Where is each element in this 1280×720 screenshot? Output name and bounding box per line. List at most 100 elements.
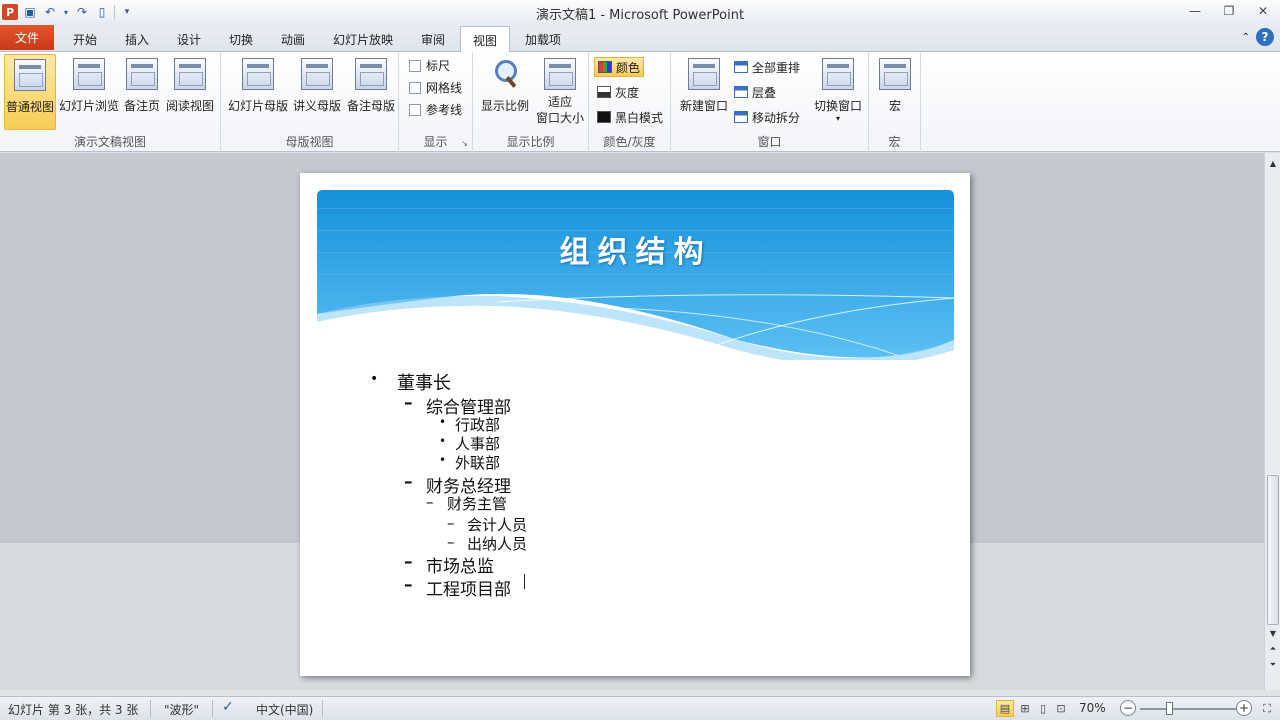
reading-view-button[interactable]: 阅读视图 (164, 54, 216, 130)
redo-icon[interactable]: ↷ (74, 4, 90, 20)
tab-file[interactable]: 文件 (0, 25, 54, 50)
group-zoom: 显示比例 适应 窗口大小 显示比例 (473, 52, 589, 152)
minimize-icon[interactable]: — (1178, 0, 1212, 22)
list-item: – 工程项目部 (404, 575, 511, 600)
arrange-all-icon (734, 61, 748, 73)
bullet: • (439, 415, 447, 429)
fit-slide-icon[interactable]: ⛶ (1258, 700, 1276, 717)
scroll-up-icon[interactable]: ▲ (1265, 155, 1280, 171)
scroll-thumb[interactable] (1267, 475, 1279, 625)
slideshow-status-icon[interactable]: ⊡ (1052, 700, 1070, 717)
status-bar: 幻灯片 第 3 张，共 3 张 "波形" ✓ 中文(中国) ▤ ⊞ ▯ ⊡ 70… (0, 696, 1280, 720)
list-item: • 外联部 (439, 453, 501, 472)
group-presentation-views: 普通视图 幻灯片浏览 备注页 阅读视图 演示文稿视图 (0, 52, 221, 152)
slide-sorter-button[interactable]: 幻灯片浏览 (58, 54, 120, 130)
gridlines-checkbox[interactable]: 网格线 (409, 79, 462, 96)
ribbon-tabs: 文件 开始 插入 设计 切换 动画 幻灯片放映 审阅 视图 加载项 ⌃ ? (0, 24, 1280, 53)
color-button[interactable]: 颜色 (594, 57, 645, 77)
black-white-button[interactable]: 黑白模式 (594, 107, 666, 127)
zoom-out-icon[interactable]: − (1120, 700, 1136, 716)
macros-icon (879, 58, 911, 90)
qat-separator (114, 5, 115, 19)
handout-master-icon (301, 58, 333, 90)
checkbox-box (409, 103, 421, 116)
tab-animations[interactable]: 动画 (268, 26, 318, 52)
restore-icon[interactable]: ❐ (1212, 0, 1246, 22)
normal-view-status-icon[interactable]: ▤ (996, 700, 1014, 717)
notes-page-icon (126, 58, 158, 90)
save-icon[interactable]: ▣ (22, 4, 38, 20)
help-icon[interactable]: ? (1256, 28, 1274, 46)
fit-window-icon (544, 58, 576, 90)
normal-view-icon (14, 59, 46, 91)
group-window: 新建窗口 全部重排 层叠 移动拆分 切换窗口 ▾ 窗口 (671, 52, 869, 152)
new-document-icon[interactable]: ▯ (94, 4, 110, 20)
notes-page-button[interactable]: 备注页 (122, 54, 162, 130)
next-slide-icon[interactable]: ⏷ (1265, 657, 1280, 673)
bullet: – (404, 575, 413, 595)
magnifier-icon (489, 58, 521, 90)
list-item: • 行政部 (439, 415, 501, 434)
zoom-slider-knob[interactable] (1166, 702, 1173, 715)
guides-checkbox[interactable]: 参考线 (409, 101, 462, 118)
bullet: • (439, 453, 447, 467)
vertical-scrollbar[interactable]: ▲ ▼ ⏶ ⏷ (1264, 153, 1280, 690)
group-label: 显示比例 (506, 135, 555, 149)
list-item: – 出纳人员 (447, 533, 528, 553)
notes-master-icon (355, 58, 387, 90)
previous-slide-icon[interactable]: ⏶ (1265, 641, 1280, 657)
theme-name[interactable]: "波形" (164, 701, 199, 718)
powerpoint-logo-icon[interactable]: P (2, 4, 18, 20)
macros-button[interactable]: 宏 (875, 54, 915, 130)
color-icon (598, 61, 612, 73)
quick-access-toolbar: P ▣ ↶ ▾ ↷ ▯ ▾ (0, 0, 135, 24)
normal-view-button[interactable]: 普通视图 (4, 54, 56, 130)
zoom-in-icon[interactable]: + (1236, 700, 1252, 716)
tab-view[interactable]: 视图 (460, 26, 510, 53)
minimize-ribbon-icon[interactable]: ⌃ (1242, 32, 1250, 43)
slide-master-icon (242, 58, 274, 90)
group-label: 母版视图 (285, 135, 334, 149)
zoom-level[interactable]: 70% (1079, 701, 1106, 715)
switch-window-button[interactable]: 切换窗口 ▾ (809, 54, 867, 130)
tab-review[interactable]: 审阅 (408, 26, 458, 52)
ruler-checkbox[interactable]: 标尺 (409, 57, 450, 74)
fit-to-window-button[interactable]: 适应 窗口大小 (533, 54, 587, 130)
new-window-button[interactable]: 新建窗口 (675, 54, 733, 130)
tab-insert[interactable]: 插入 (112, 26, 162, 52)
scroll-down-icon[interactable]: ▼ (1265, 625, 1280, 641)
arrange-all-button[interactable]: 全部重排 (731, 57, 803, 77)
slide-sorter-status-icon[interactable]: ⊞ (1016, 700, 1034, 717)
spell-check-icon[interactable]: ✓ (222, 699, 234, 715)
undo-icon[interactable]: ↶ (42, 4, 58, 20)
bullet: – (447, 533, 455, 551)
zoom-button[interactable]: 显示比例 (477, 54, 533, 130)
bullet: – (404, 552, 413, 572)
dialog-launcher-icon[interactable]: ↘ (461, 139, 468, 148)
zoom-slider[interactable] (1140, 702, 1236, 715)
customize-qat-icon[interactable]: ▾ (119, 4, 135, 20)
group-master-views: 幻灯片母版 讲义母版 备注母版 母版视图 (221, 52, 399, 152)
tab-slideshow[interactable]: 幻灯片放映 (322, 26, 404, 52)
tab-transitions[interactable]: 切换 (216, 26, 266, 52)
handout-master-button[interactable]: 讲义母版 (291, 54, 343, 130)
slide-master-button[interactable]: 幻灯片母版 (227, 54, 289, 130)
group-label: 宏 (888, 135, 901, 149)
ribbon: 普通视图 幻灯片浏览 备注页 阅读视图 演示文稿视图 幻灯片母版 讲义母版 备注… (0, 52, 1280, 152)
notes-master-button[interactable]: 备注母版 (345, 54, 397, 130)
move-split-button[interactable]: 移动拆分 (731, 107, 803, 127)
bullet: • (370, 371, 379, 387)
cascade-button[interactable]: 层叠 (731, 82, 779, 102)
tab-addins[interactable]: 加载项 (514, 26, 572, 52)
slide-canvas[interactable]: 组织结构 • 董事长 – 综合管理部 • 行政部 • 人事部 • 外联部 – 财务总经理 –… (300, 173, 970, 676)
tab-design[interactable]: 设计 (164, 26, 214, 52)
slide-outline-body[interactable]: • 董事长 – 综合管理部 • 行政部 • 人事部 • 外联部 – 财务总经理 – 财务主管 … (300, 173, 970, 676)
undo-dropdown-icon[interactable]: ▾ (62, 4, 70, 20)
close-icon[interactable]: ✕ (1246, 0, 1280, 22)
reading-view-status-icon[interactable]: ▯ (1034, 700, 1052, 717)
language-indicator[interactable]: 中文(中国) (256, 701, 313, 718)
tab-home[interactable]: 开始 (60, 26, 110, 52)
group-label: 演示文稿视图 (73, 135, 146, 149)
grayscale-button[interactable]: 灰度 (594, 82, 642, 102)
list-item: • 董事长 (370, 371, 451, 394)
